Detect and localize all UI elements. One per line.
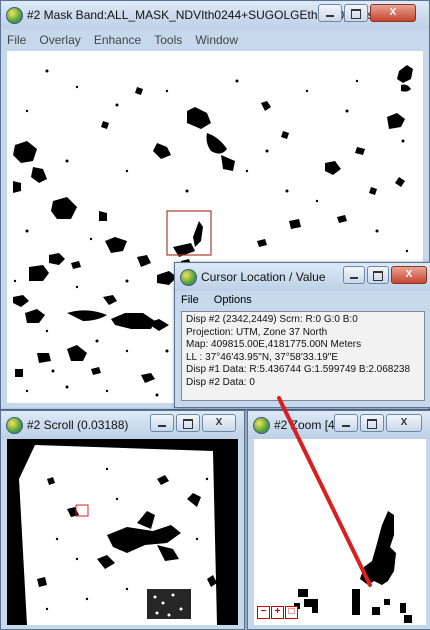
- zoom-image-view[interactable]: − + □: [254, 439, 426, 625]
- scroll-image-view[interactable]: [7, 439, 238, 625]
- zoom-out-button[interactable]: −: [257, 606, 270, 619]
- cursor-menu-options[interactable]: Options: [214, 294, 252, 306]
- app-globe-icon: [180, 269, 197, 286]
- main-title-bar[interactable]: #2 Mask Band:ALL_MASK_NDVIth0244+SUGOLGE…: [1, 1, 429, 29]
- main-menu-bar: File Overlay Enhance Tools Window: [7, 31, 423, 49]
- menu-overlay[interactable]: Overlay: [39, 31, 80, 49]
- cursor-map-line: Map: 409815.00E,4181775.00N Meters: [186, 339, 362, 350]
- maximize-button[interactable]: [176, 414, 200, 432]
- cursor-latlon-line: LL : 37°46'43.95"N, 37°58'33.19"E: [186, 351, 338, 363]
- minimize-button[interactable]: [318, 4, 342, 22]
- close-button[interactable]: X: [202, 414, 236, 432]
- close-button[interactable]: X: [370, 4, 416, 22]
- app-globe-icon: [253, 417, 270, 434]
- cursor-disp1-data-line: Disp #1 Data: R:5.436744 G:1.599749 B:2.…: [186, 364, 411, 375]
- menu-file[interactable]: File: [7, 31, 26, 49]
- zoom-title-bar[interactable]: #2 Zoom [4x] X: [248, 411, 430, 439]
- app-globe-icon: [6, 417, 23, 434]
- cursor-window-title: Cursor Location / Value: [201, 270, 326, 284]
- cursor-menu-file[interactable]: File: [181, 294, 199, 306]
- maximize-button[interactable]: [344, 4, 368, 22]
- zoom-crosshair-toggle[interactable]: □: [285, 606, 298, 619]
- zoom-in-button[interactable]: +: [271, 606, 284, 619]
- cursor-disp2-data-line: Disp #2 Data: 0: [186, 376, 255, 388]
- menu-tools[interactable]: Tools: [154, 31, 182, 49]
- cursor-location-window: Cursor Location / Value X File Options D…: [174, 262, 430, 408]
- minimize-button[interactable]: [343, 266, 365, 284]
- cursor-projection-line: Projection: UTM, Zone 37 North: [186, 326, 328, 338]
- menu-window[interactable]: Window: [195, 31, 238, 49]
- cursor-menu-bar: File Options: [181, 291, 264, 309]
- minimize-button[interactable]: [334, 414, 358, 432]
- menu-enhance[interactable]: Enhance: [94, 31, 141, 49]
- close-button[interactable]: X: [386, 414, 422, 432]
- zoom-window: #2 Zoom [4x] X − + □: [247, 410, 430, 630]
- scroll-window: #2 Scroll (0.03188) X: [0, 410, 245, 630]
- cursor-disp-line: Disp #2 (2342,2449) Scrn: R:0 G:0 B:0: [186, 314, 358, 325]
- maximize-button[interactable]: [367, 266, 389, 284]
- scroll-title-bar[interactable]: #2 Scroll (0.03188) X: [1, 411, 244, 439]
- cursor-info-panel: Disp #2 (2342,2449) Scrn: R:0 G:0 B:0 Pr…: [181, 311, 425, 401]
- scroll-window-title: #2 Scroll (0.03188): [27, 418, 129, 432]
- app-globe-icon: [6, 7, 23, 24]
- zoom-image: [294, 511, 412, 623]
- minimize-button[interactable]: [150, 414, 174, 432]
- cursor-title-bar[interactable]: Cursor Location / Value X: [175, 263, 430, 291]
- zoom-controls: − + □: [257, 606, 299, 619]
- maximize-button[interactable]: [360, 414, 384, 432]
- scroll-overview-image: [19, 445, 217, 625]
- close-button[interactable]: X: [391, 266, 427, 284]
